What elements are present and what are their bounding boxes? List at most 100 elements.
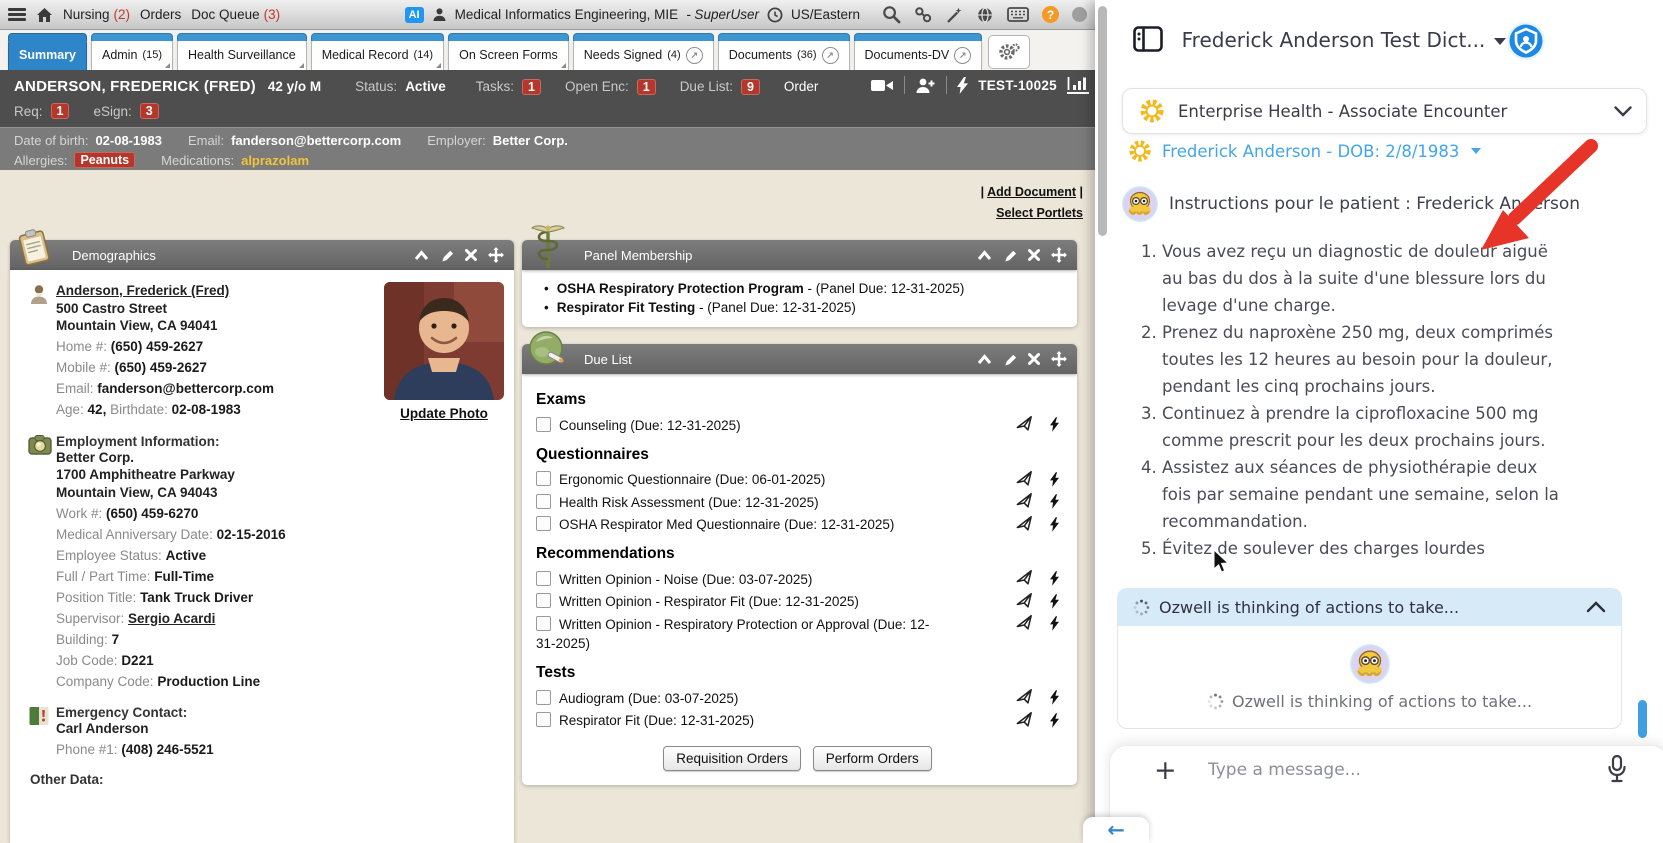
- due-item-checkbox[interactable]: [536, 471, 551, 486]
- due-list-header[interactable]: Due List: [522, 344, 1077, 374]
- nav-doc-queue[interactable]: Doc Queue (3): [191, 7, 280, 22]
- video-camera-icon[interactable]: [870, 78, 894, 93]
- collapse-icon[interactable]: [414, 250, 429, 261]
- help-icon[interactable]: ?: [1042, 6, 1059, 23]
- edit-pencil-icon[interactable]: [1003, 352, 1017, 366]
- esign-badge[interactable]: 3: [140, 103, 159, 119]
- wand-icon[interactable]: [945, 6, 963, 24]
- clock-icon[interactable]: [767, 7, 783, 23]
- due-item-checkbox[interactable]: [536, 712, 551, 727]
- select-portlets-link[interactable]: Select Portlets: [996, 206, 1083, 220]
- conversation-title-dropdown[interactable]: Frederick Anderson Test Dict...: [1175, 28, 1513, 52]
- sidebar-toggle-icon[interactable]: [1133, 26, 1163, 52]
- move-icon[interactable]: [1051, 351, 1067, 367]
- flowsheet-chart-icon[interactable]: [1067, 76, 1089, 94]
- order-bolt-icon[interactable]: [1050, 594, 1059, 609]
- globe-icon[interactable]: [976, 6, 994, 24]
- tab-documents-dv[interactable]: Documents-DV↗: [854, 39, 983, 70]
- req-badge[interactable]: 1: [51, 103, 70, 119]
- move-icon[interactable]: [488, 247, 504, 263]
- order-bolt-icon[interactable]: [1050, 713, 1059, 728]
- tab-summary[interactable]: Summary: [8, 39, 87, 70]
- quick-action-bolt-icon[interactable]: [957, 77, 968, 94]
- open-external-icon[interactable]: ↗: [822, 47, 839, 64]
- panel-collapse-tab[interactable]: ←: [1083, 817, 1149, 843]
- patient-context-dropdown[interactable]: Frederick Anderson - DOB: 2/8/1983: [1128, 139, 1481, 163]
- perform-orders-button[interactable]: Perform Orders: [813, 746, 932, 771]
- collapse-icon[interactable]: [977, 354, 992, 365]
- order-bolt-icon[interactable]: [1050, 494, 1059, 509]
- message-input[interactable]: [1206, 759, 1590, 781]
- close-icon[interactable]: [1028, 353, 1040, 365]
- thinking-card-header[interactable]: Ozwell is thinking of actions to take...: [1117, 588, 1622, 626]
- allergy-badge[interactable]: Peanuts: [74, 152, 135, 168]
- nav-orders[interactable]: Orders: [140, 7, 181, 22]
- due-list-badge[interactable]: 9: [741, 79, 760, 95]
- tab-settings-gear-button[interactable]: [988, 35, 1030, 69]
- tasks-badge[interactable]: 1: [522, 79, 541, 95]
- tab-needs-signed[interactable]: Needs Signed(4)↗: [573, 39, 714, 70]
- due-item-checkbox[interactable]: [536, 516, 551, 531]
- send-paper-plane-icon[interactable]: [1016, 616, 1034, 631]
- add-person-icon[interactable]: [915, 77, 936, 94]
- send-paper-plane-icon[interactable]: [1016, 571, 1034, 586]
- update-photo-link[interactable]: Update Photo: [400, 406, 488, 421]
- due-item-checkbox[interactable]: [536, 571, 551, 586]
- chat-right-scrollbar-thumb[interactable]: [1638, 700, 1647, 738]
- order-bolt-icon[interactable]: [1050, 517, 1059, 532]
- open-external-icon[interactable]: ↗: [686, 47, 703, 64]
- requisition-orders-button[interactable]: Requisition Orders: [663, 746, 801, 771]
- due-item-checkbox[interactable]: [536, 690, 551, 705]
- open-enc-badge[interactable]: 1: [637, 79, 656, 95]
- nav-nursing[interactable]: Nursing (2): [63, 7, 130, 22]
- close-icon[interactable]: [1028, 249, 1040, 261]
- tab-admin[interactable]: Admin(15): [91, 39, 173, 70]
- chevron-down-icon[interactable]: [1614, 106, 1632, 117]
- collapse-icon[interactable]: [977, 250, 992, 261]
- open-external-icon[interactable]: ↗: [954, 47, 971, 64]
- timezone-label[interactable]: US/Eastern: [791, 7, 860, 22]
- send-paper-plane-icon[interactable]: [1016, 417, 1034, 432]
- send-paper-plane-icon[interactable]: [1016, 713, 1034, 728]
- attach-plus-icon[interactable]: +: [1154, 755, 1177, 786]
- demographics-portlet-header[interactable]: Demographics: [10, 240, 514, 270]
- edit-pencil-icon[interactable]: [1003, 248, 1017, 262]
- chevron-up-icon[interactable]: [1586, 601, 1606, 613]
- link-icon[interactable]: [914, 6, 932, 24]
- tab-on-screen-forms[interactable]: On Screen Forms: [448, 39, 569, 70]
- keyboard-icon[interactable]: [1007, 7, 1029, 22]
- order-bolt-icon[interactable]: [1050, 571, 1059, 586]
- microphone-icon[interactable]: [1606, 754, 1628, 784]
- hamburger-menu-icon[interactable]: [8, 8, 26, 21]
- medication-link[interactable]: alprazolam: [241, 153, 309, 168]
- home-icon[interactable]: [36, 7, 53, 23]
- edit-pencil-icon[interactable]: [440, 248, 454, 262]
- add-document-link[interactable]: Add Document: [987, 185, 1076, 199]
- tab-documents[interactable]: Documents(36)↗: [718, 39, 850, 70]
- due-item-checkbox[interactable]: [536, 417, 551, 432]
- ai-badge[interactable]: AI: [405, 7, 424, 23]
- order-bolt-icon[interactable]: [1050, 690, 1059, 705]
- order-bolt-icon[interactable]: [1050, 616, 1059, 631]
- send-paper-plane-icon[interactable]: [1016, 494, 1034, 509]
- search-icon[interactable]: [882, 5, 901, 24]
- send-paper-plane-icon[interactable]: [1016, 690, 1034, 705]
- send-paper-plane-icon[interactable]: [1016, 472, 1034, 487]
- close-icon[interactable]: [465, 249, 477, 261]
- patient-name[interactable]: ANDERSON, FREDERICK (FRED): [14, 78, 256, 95]
- tab-medical-record[interactable]: Medical Record(14): [311, 39, 444, 70]
- move-icon[interactable]: [1051, 247, 1067, 263]
- order-link[interactable]: Order: [784, 79, 819, 94]
- panel-membership-header[interactable]: Panel Membership: [522, 240, 1077, 270]
- due-item-checkbox[interactable]: [536, 593, 551, 608]
- order-bolt-icon[interactable]: [1050, 472, 1059, 487]
- patient-name-link[interactable]: Anderson, Frederick (Fred): [56, 282, 229, 300]
- send-paper-plane-icon[interactable]: [1016, 517, 1034, 532]
- send-paper-plane-icon[interactable]: [1016, 594, 1034, 609]
- due-item-checkbox[interactable]: [536, 616, 551, 631]
- supervisor-link[interactable]: Sergio Acardi: [128, 611, 215, 626]
- due-item-checkbox[interactable]: [536, 494, 551, 509]
- tab-health-surveillance[interactable]: Health Surveillance: [177, 39, 307, 70]
- order-bolt-icon[interactable]: [1050, 417, 1059, 432]
- encounter-card[interactable]: Enterprise Health - Associate Encounter: [1122, 88, 1647, 134]
